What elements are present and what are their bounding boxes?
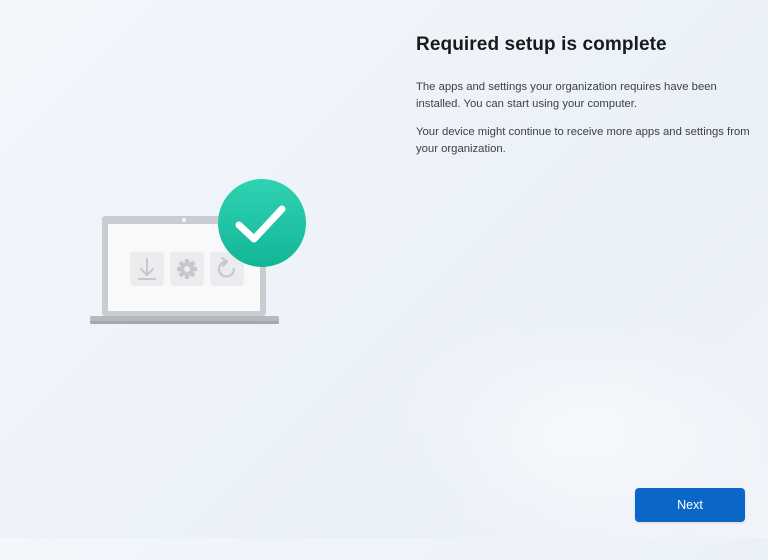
- setup-complete-illustration: [88, 176, 310, 328]
- download-icon: [130, 252, 164, 286]
- page-title: Required setup is complete: [416, 34, 667, 55]
- next-button[interactable]: Next: [635, 488, 745, 522]
- checkmark-badge-icon: [218, 179, 306, 267]
- install-complete-description: The apps and settings your organization …: [416, 81, 717, 110]
- more-apps-description: Your device might continue to receive mo…: [416, 126, 750, 155]
- gear-icon: [170, 252, 204, 286]
- main-content: Required setup is complete The apps and …: [416, 34, 752, 169]
